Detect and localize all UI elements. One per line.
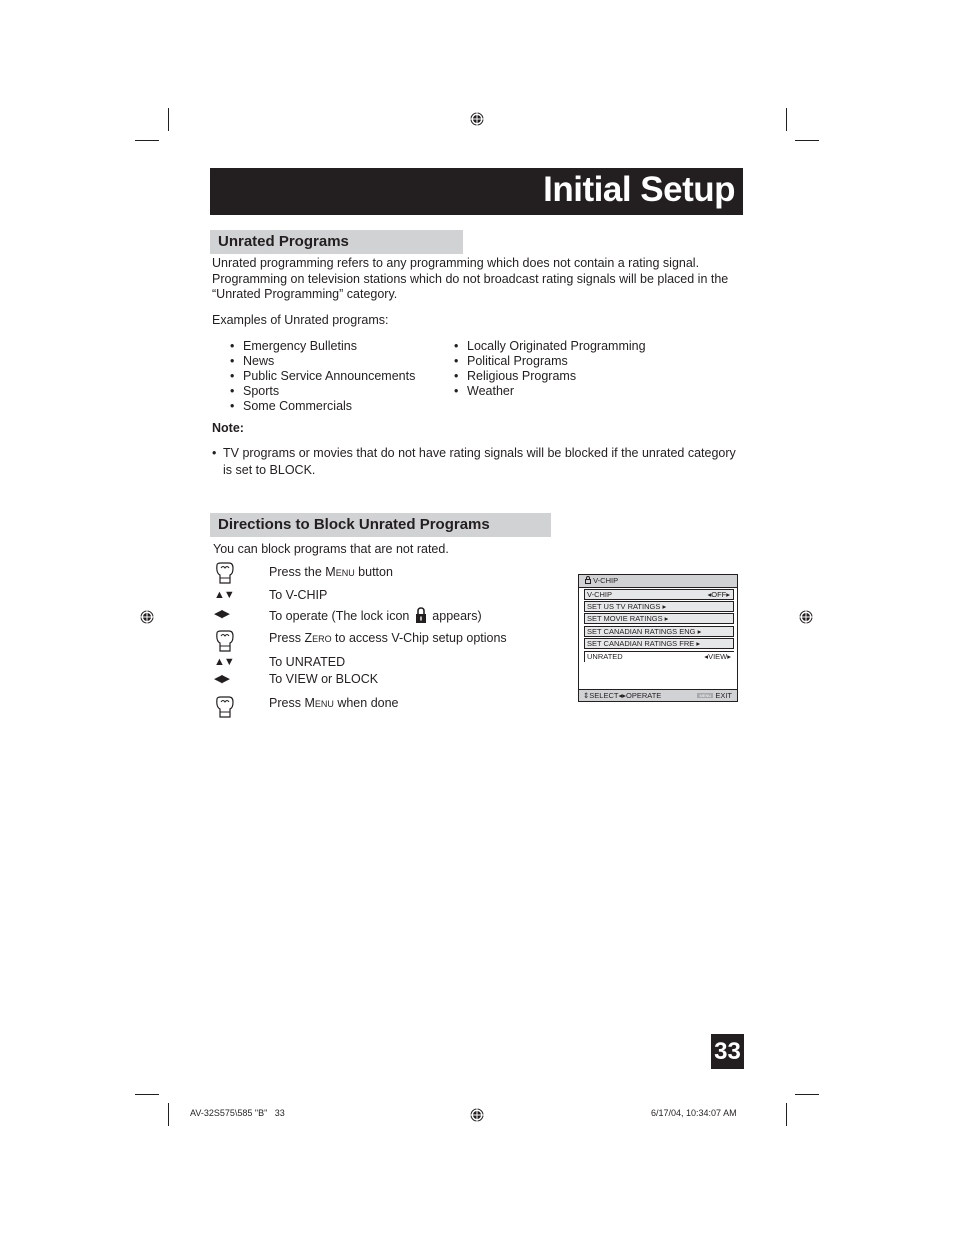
osd-row-value: ◂VIEW▸ <box>704 652 731 661</box>
osd-row-label: SET CANADIAN RATINGS ENG <box>587 627 696 636</box>
page-number: 33 <box>711 1034 744 1069</box>
step-to-operate: To operate (The lock icon appears) <box>269 607 482 623</box>
step-text: Press the <box>269 565 326 579</box>
osd-select-hint: ⇕SELECT◂▸OPERATE <box>583 691 662 700</box>
step-view-block: To VIEW or BLOCK <box>269 672 379 686</box>
osd-row-movie: SET MOVIE RATINGS ▸ <box>584 613 734 624</box>
print-footer-right: 6/17/04, 10:34:07 AM <box>651 1108 737 1118</box>
osd-row-label: SET CANADIAN RATINGS FRE <box>587 639 695 648</box>
print-footer-left: AV-32S575\585 "B" 33 <box>190 1108 285 1118</box>
registration-mark-icon <box>470 1108 484 1122</box>
section-heading-unrated: Unrated Programs <box>210 230 463 254</box>
section-heading-directions: Directions to Block Unrated Programs <box>210 513 551 537</box>
step-text: button <box>354 565 393 579</box>
osd-row-canadian-eng: SET CANADIAN RATINGS ENG ▸ <box>584 626 734 637</box>
crop-mark <box>135 140 159 141</box>
step-to-vchip: To V-CHIP <box>269 588 328 602</box>
crop-mark <box>168 108 169 131</box>
osd-value-text: OFF <box>711 590 727 599</box>
osd-hint-text: SELECT <box>589 691 619 700</box>
registration-mark-icon <box>470 112 484 126</box>
osd-row-label: V-CHIP <box>587 590 613 599</box>
menu-badge: MENU <box>697 693 714 698</box>
hand-press-icon <box>216 696 234 718</box>
left-right-arrows-icon: ◀▶ <box>214 608 230 620</box>
step-to-unrated: To UNRATED <box>269 655 346 669</box>
step-press-menu: Press the Menu button <box>269 565 393 579</box>
step-text: to access V-Chip setup options <box>331 631 507 645</box>
example-item: News <box>230 354 274 369</box>
unrated-intro: Unrated programming refers to any progra… <box>212 256 752 303</box>
lock-icon <box>415 607 426 623</box>
step-text: To operate (The lock icon <box>269 609 413 623</box>
step-text: when done <box>333 696 399 710</box>
osd-row-value: ◂OFF▸ <box>707 590 730 599</box>
example-item: Public Service Announcements <box>230 369 415 384</box>
vchip-osd-screen: V-CHIP V-CHIP ◂OFF▸ SET US TV RATINGS ▸ … <box>578 574 738 702</box>
osd-row-label: SET US TV RATINGS <box>587 602 661 611</box>
note-label: Note: <box>212 421 244 435</box>
osd-title-bar: V-CHIP <box>579 575 737 588</box>
osd-hint-text: OPERATE <box>626 691 662 700</box>
crop-mark <box>786 108 787 131</box>
step-text: appears) <box>428 609 482 623</box>
intro-line: “Unrated Programming” category. <box>212 287 398 301</box>
osd-row-canadian-fre: SET CANADIAN RATINGS FRE ▸ <box>584 638 734 649</box>
note-text: • TV programs or movies that do not have… <box>212 445 736 479</box>
registration-mark-icon <box>140 610 154 624</box>
note-bullet: • <box>212 446 217 460</box>
up-down-arrows-icon: ▲▼ <box>214 656 235 668</box>
button-name: Menu <box>325 565 355 579</box>
left-right-arrows-icon: ◀▶ <box>214 673 230 685</box>
osd-hint-text: EXIT <box>715 691 732 700</box>
osd-exit-hint: MENU EXIT <box>697 690 732 702</box>
crop-mark <box>795 140 819 141</box>
directions-intro: You can block programs that are not rate… <box>213 542 449 556</box>
osd-row-label: SET MOVIE RATINGS <box>587 614 663 623</box>
osd-row-unrated: UNRATED ◂VIEW▸ <box>584 651 734 662</box>
step-text: Press <box>269 696 305 710</box>
osd-value-text: VIEW <box>708 652 728 661</box>
example-item: Sports <box>230 384 279 399</box>
example-item: Some Commercials <box>230 399 352 414</box>
step-text: Press <box>269 631 305 645</box>
intro-line: Programming on television stations which… <box>212 271 729 286</box>
note-line: is set to BLOCK. <box>223 463 316 477</box>
example-item: Locally Originated Programming <box>454 339 646 354</box>
crop-mark <box>786 1103 787 1126</box>
example-item: Political Programs <box>454 354 568 369</box>
button-name: Menu <box>304 696 334 710</box>
osd-row-us-tv: SET US TV RATINGS ▸ <box>584 601 734 612</box>
crop-mark <box>135 1094 159 1095</box>
osd-title: V-CHIP <box>593 576 619 585</box>
osd-row-vchip: V-CHIP ◂OFF▸ <box>584 589 734 600</box>
crop-mark <box>795 1094 819 1095</box>
hand-press-icon <box>216 562 234 584</box>
page-title-bar: Initial Setup <box>210 168 743 215</box>
hand-press-icon <box>216 630 234 652</box>
button-name: Zero <box>304 631 332 645</box>
examples-label: Examples of Unrated programs: <box>212 313 389 327</box>
lock-icon <box>585 575 591 584</box>
step-press-zero: Press Zero to access V-Chip setup option… <box>269 631 507 645</box>
note-line: TV programs or movies that do not have r… <box>223 446 736 460</box>
crop-mark <box>168 1103 169 1126</box>
osd-row-label: UNRATED <box>587 652 623 661</box>
example-item: Weather <box>454 384 514 399</box>
page-title: Initial Setup <box>543 170 735 209</box>
up-down-arrows-icon: ▲▼ <box>214 589 235 601</box>
example-item: Emergency Bulletins <box>230 339 357 354</box>
intro-line: Unrated programming refers to any progra… <box>212 256 700 270</box>
registration-mark-icon <box>799 610 813 624</box>
osd-footer: ⇕SELECT◂▸OPERATE MENU EXIT <box>579 689 737 701</box>
example-item: Religious Programs <box>454 369 576 384</box>
step-press-menu-done: Press Menu when done <box>269 696 399 710</box>
